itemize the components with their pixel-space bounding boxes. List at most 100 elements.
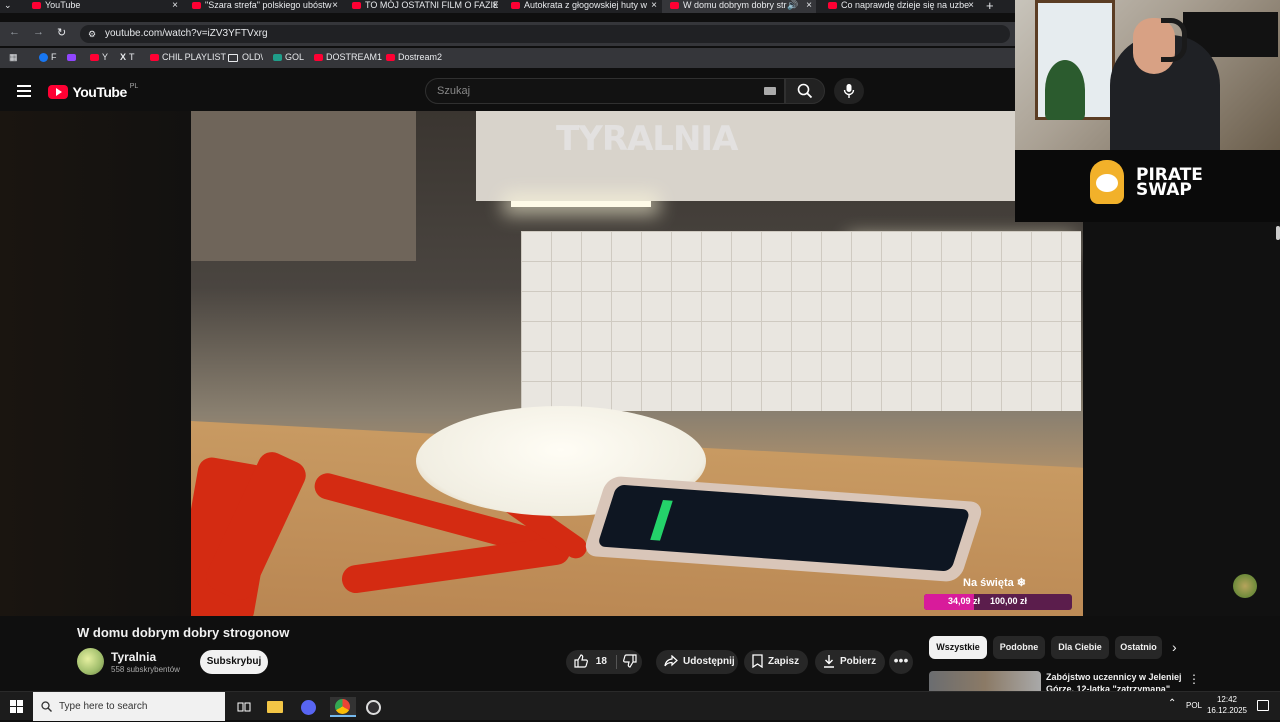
phone-screen-bar — [649, 499, 673, 541]
file-explorer-icon[interactable] — [264, 697, 286, 717]
close-tab-icon[interactable]: × — [332, 0, 338, 11]
bookmark-dostream1[interactable]: DOSTREAM1 — [314, 52, 382, 62]
video-title: W domu dobrym dobry strogonow — [77, 625, 290, 640]
channel-name[interactable]: Tyralnia — [111, 650, 156, 664]
bookmark-gol[interactable]: GOL — [273, 52, 304, 62]
dislike-button[interactable] — [623, 650, 642, 674]
recommended-video-thumbnail[interactable] — [929, 671, 1041, 691]
chrome-icon[interactable] — [330, 697, 356, 717]
notifications-icon[interactable] — [1257, 700, 1269, 711]
bookmarks-bar: ▦ F Y XT CHIL PLAYLIST OLD\ GOL DOSTREAM… — [0, 48, 1015, 68]
windows-taskbar: Type here to search ⌃ POL 12:42 16.12.202… — [0, 691, 1280, 721]
channel-watermark: TYRALNIA — [556, 119, 738, 159]
kitchen-cabinet — [191, 111, 416, 261]
youtube-logo[interactable]: YouTube PL — [48, 83, 138, 101]
task-view-icon[interactable] — [233, 697, 255, 717]
browser-tab-strip: ⌄ YouTube × "Szara strefa" polskiego ubós… — [0, 0, 1015, 13]
youtube-favicon-icon — [670, 2, 679, 10]
apps-grid-icon[interactable]: ▦ — [9, 52, 18, 63]
phone-screen — [597, 484, 971, 572]
chip-for-you[interactable]: Dla Ciebie — [1051, 636, 1109, 659]
under-cabinet-light — [511, 201, 651, 207]
more-actions-button[interactable]: ••• — [889, 650, 913, 674]
video-player[interactable]: TYRALNIA Na święta ❄ 34,09 zł 100,00 zł — [191, 111, 1083, 616]
hamburger-menu-icon[interactable] — [17, 85, 31, 97]
input-language[interactable]: POL — [1186, 701, 1202, 710]
bookmark-youtube[interactable]: Y — [90, 52, 108, 62]
sponsor-overlay: PIRATE SWAP — [1015, 150, 1280, 222]
pirate-mascot-icon — [1090, 160, 1124, 204]
close-tab-icon[interactable]: × — [806, 0, 812, 11]
tab-title: TO MÓJ OSTATNI FILM O FAZIE — [365, 0, 498, 10]
youtube-icon — [150, 54, 159, 62]
bookmark-folder-old[interactable]: OLD\ — [228, 52, 263, 62]
chip-all[interactable]: Wszystkie — [929, 636, 987, 659]
donation-goal-title: Na święta ❄ — [963, 577, 1027, 589]
share-button[interactable]: Udostępnij — [656, 650, 738, 674]
facebook-icon — [39, 53, 48, 63]
streamer-webcam — [1015, 0, 1280, 150]
close-tab-icon[interactable]: × — [651, 0, 657, 11]
like-count: 18 — [595, 656, 607, 667]
subscribe-button[interactable]: Subskrybuj — [200, 650, 268, 674]
bookmark-icon — [752, 654, 763, 669]
bookmark-chil-playlist[interactable]: CHIL PLAYLIST — [150, 52, 226, 62]
keyboard-icon[interactable] — [764, 87, 776, 95]
chip-recent[interactable]: Ostatnio — [1115, 636, 1162, 659]
tray-chevron-up-icon[interactable]: ⌃ — [1168, 698, 1176, 709]
url-field[interactable]: ⚙ youtube.com/watch?v=iZV3YFTVxrg — [80, 25, 1010, 43]
folder-icon — [228, 53, 238, 62]
chevron-right-icon[interactable]: › — [1172, 639, 1177, 655]
youtube-header: YouTube PL Szukaj — [0, 73, 1015, 111]
audio-playing-icon[interactable]: 🔊 — [787, 0, 798, 11]
gol-icon — [273, 54, 282, 62]
close-tab-icon[interactable]: × — [968, 0, 974, 11]
subscriber-count: 558 subskrybentów — [111, 665, 180, 674]
discord-icon[interactable] — [298, 697, 320, 717]
channel-avatar[interactable] — [77, 648, 104, 675]
browser-tab[interactable]: "Szara strefa" polskiego ubóstw × — [192, 0, 338, 13]
bookmark-twitch[interactable] — [67, 52, 79, 62]
url-text: youtube.com/watch?v=iZV3YFTVxrg — [105, 28, 268, 39]
search-input[interactable]: Szukaj — [425, 78, 785, 104]
more-vertical-icon[interactable]: ⋮ — [1188, 672, 1200, 686]
new-tab-button[interactable]: + — [986, 0, 994, 13]
close-tab-icon[interactable]: × — [492, 0, 498, 11]
back-icon[interactable]: ← — [9, 26, 20, 38]
youtube-favicon-icon — [511, 2, 520, 10]
tab-list-dropdown[interactable]: ⌄ — [4, 0, 22, 13]
download-button[interactable]: Pobierz — [815, 650, 885, 674]
browser-tab[interactable]: Co naprawdę dzieje się na uzbe × — [828, 0, 974, 13]
christmas-tree — [1045, 60, 1085, 120]
recommended-video-title[interactable]: Zabójstwo uczennicy w Jeleniej Górze. 12… — [1046, 671, 1182, 691]
bookmark-label: Y — [102, 52, 109, 62]
close-tab-icon[interactable]: × — [172, 0, 178, 11]
obs-icon[interactable] — [363, 697, 385, 717]
browser-tab[interactable]: YouTube × — [32, 0, 178, 13]
floating-avatar — [1233, 574, 1257, 598]
tab-title: Co naprawdę dzieje się na uzbe — [841, 0, 970, 10]
forward-icon[interactable]: → — [33, 26, 44, 38]
browser-tab[interactable]: TO MÓJ OSTATNI FILM O FAZIE × — [352, 0, 498, 13]
save-button[interactable]: Zapisz — [744, 650, 808, 674]
youtube-favicon-icon — [192, 2, 201, 10]
site-info-icon[interactable]: ⚙ — [88, 25, 96, 43]
voice-search-button[interactable] — [834, 78, 864, 104]
taskbar-search-placeholder: Type here to search — [59, 701, 148, 712]
thumbs-down-icon — [623, 654, 637, 668]
region-code: PL — [129, 83, 139, 90]
browser-tab[interactable]: Autokrata z głogowskiej huty w × — [511, 0, 657, 13]
chip-related[interactable]: Podobne — [993, 636, 1045, 659]
taskbar-search-input[interactable]: Type here to search — [33, 692, 225, 721]
search-button[interactable] — [785, 78, 825, 104]
scrollbar-thumb[interactable] — [1276, 226, 1280, 240]
system-clock[interactable]: 12:42 16.12.2025 — [1205, 694, 1249, 716]
bookmark-label: OLD\ — [242, 52, 264, 62]
windows-start-icon[interactable] — [10, 700, 24, 714]
bookmark-dostream2[interactable]: Dostream2 — [386, 52, 442, 62]
bookmark-facebook[interactable]: F — [39, 52, 57, 63]
reload-icon[interactable]: ↻ — [57, 26, 66, 39]
browser-tab-active[interactable]: W domu dobrym dobry str 🔊 × — [662, 0, 816, 13]
bookmark-x[interactable]: XT — [120, 52, 135, 62]
like-button[interactable]: 18 — [574, 650, 607, 674]
